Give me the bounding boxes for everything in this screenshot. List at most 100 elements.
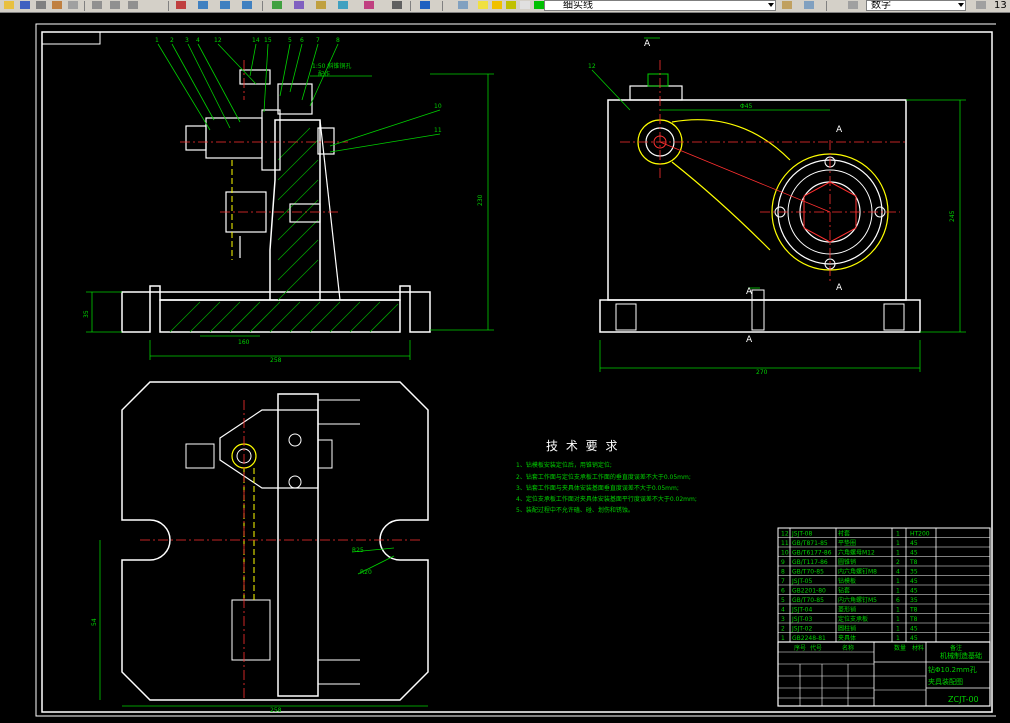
drawing-svg[interactable]: 1 2 3 4 12 14 15 5 6 7 8 10 11 1:50 斜锥铜孔…	[0, 13, 1010, 719]
dim-center-distance: Φ45	[740, 103, 753, 110]
bom-cell-code: JSJT-05	[791, 578, 812, 585]
section-a-right: A	[836, 125, 843, 135]
color-square-icon[interactable]	[518, 0, 532, 11]
tech-item-2: 2、钻套工作面与定位支承板工作面的垂直度误差不大于0.05mm;	[516, 473, 691, 481]
print-icon[interactable]	[34, 0, 48, 11]
balloon-15: 15	[264, 37, 272, 44]
toolbar: 细实线 数字 13	[0, 0, 1010, 13]
bom-cell-code: GB2248-81	[792, 635, 826, 642]
tech-item-3: 3、钻套工作面与夹具体安装基面垂直度误差不大于0.05mm;	[516, 484, 679, 492]
th-name: 名称	[842, 644, 854, 652]
note-fit: 配作	[318, 70, 330, 78]
dim-front-height: 230	[477, 194, 484, 206]
tech-item-4: 4、定位支承板工作面对夹具体安装基面平行度误差不大于0.02mm;	[516, 495, 697, 503]
dim-side-width: 270	[756, 369, 768, 376]
th-material: 材料	[912, 644, 924, 652]
tech-requirements: 技 术 要 求 1、钻模板安装定位后，用锥销定位; 2、钻套工作面与定位支承板工…	[516, 439, 697, 514]
side-view: A A A A A 12 270 245 Φ45	[588, 37, 966, 376]
bom-cell-no: 10	[781, 550, 789, 557]
balloon-14: 14	[252, 37, 260, 44]
bom-cell-qty: 4	[896, 569, 900, 576]
th-code: 代号	[810, 644, 822, 652]
bom-cell-name: 圆锥销	[838, 558, 856, 566]
bom-cell-qty: 1	[896, 635, 900, 642]
open-icon[interactable]	[2, 0, 16, 11]
bom-cell-mat: T8	[909, 559, 918, 566]
bom-cell-name: 定位支承板	[838, 615, 868, 623]
save-icon[interactable]	[18, 0, 32, 11]
balloon-2: 2	[170, 37, 174, 44]
section-a-bottom: A	[836, 283, 843, 293]
tech-item-5: 5、装配过程中不允许磕、碰、划伤和锈蚀。	[516, 506, 634, 514]
bom-cell-code: JSJT-02	[791, 626, 812, 633]
redo-icon[interactable]	[108, 0, 122, 11]
linetype-value: 细实线	[563, 0, 593, 11]
balloon-8: 8	[336, 37, 340, 44]
bom-cell-code: JSJT-08	[791, 531, 812, 538]
vertical-scrollbar[interactable]	[996, 13, 1010, 719]
bom-cell-qty: 1	[896, 607, 900, 614]
design-center-icon[interactable]	[292, 0, 306, 11]
bom-cell-code: GB2201-80	[792, 588, 826, 595]
bom-cell-mat: 35	[910, 569, 918, 576]
tech-title: 技 术 要 求	[546, 439, 619, 453]
help-icon[interactable]	[418, 0, 432, 11]
corner-box	[41, 31, 101, 45]
balloon-3: 3	[185, 37, 189, 44]
layers-icon[interactable]	[456, 0, 470, 11]
bom-cell-name: 平垫圈	[838, 539, 856, 547]
text-style-select[interactable]: 数字	[866, 0, 966, 11]
pan-icon[interactable]	[174, 0, 188, 11]
dim-side-height: 245	[949, 210, 956, 222]
layer-states-icon[interactable]	[780, 0, 794, 11]
calculator-icon[interactable]	[390, 0, 404, 11]
layer-previous-icon[interactable]	[802, 0, 816, 11]
chevron-down-icon	[958, 3, 964, 7]
balloon-side-12: 12	[588, 63, 596, 70]
undo-icon[interactable]	[90, 0, 104, 11]
sheet-set-icon[interactable]	[336, 0, 350, 11]
text-style-icon[interactable]	[846, 0, 860, 11]
th-remark: 备注	[950, 644, 962, 652]
bom-cell-name: 圆柱销	[838, 625, 856, 633]
markup-icon[interactable]	[362, 0, 376, 11]
pencil-icon[interactable]	[50, 0, 64, 11]
bom-cell-mat: HT200	[910, 531, 930, 538]
bom-cell-mat: T8	[909, 607, 918, 614]
drawing-canvas[interactable]: 1 2 3 4 12 14 15 5 6 7 8 10 11 1:50 斜锥铜孔…	[0, 13, 1010, 719]
bom-cell-name: 内六角螺钉M5	[838, 596, 877, 604]
lock-icon[interactable]	[504, 0, 518, 11]
bulb-icon[interactable]	[476, 0, 490, 11]
front-view: 1 2 3 4 12 14 15 5 6 7 8 10 11 1:50 斜锥铜孔…	[83, 37, 494, 364]
bom-cell-qty: 1	[896, 540, 900, 547]
sun-icon[interactable]	[490, 0, 504, 11]
section-a-mark: A	[746, 287, 753, 297]
bom-cell-mat: 45	[910, 626, 918, 633]
tool-palette-icon[interactable]	[314, 0, 328, 11]
bom-cell-no: 2	[781, 626, 785, 633]
bom-cell-qty: 1	[896, 531, 900, 538]
bom-cell-qty: 1	[896, 578, 900, 585]
zoom-window-icon[interactable]	[218, 0, 232, 11]
linetype-select[interactable]: 细实线	[544, 0, 776, 11]
zoom-previous-icon[interactable]	[240, 0, 254, 11]
bom-cell-name: 钻模板	[838, 577, 856, 585]
redo-list-icon[interactable]	[126, 0, 140, 11]
dim-plan-offset: 54	[91, 618, 98, 626]
dim-plan-width: 258	[270, 707, 282, 714]
bom-cell-qty: 1	[896, 626, 900, 633]
balloon-10: 10	[434, 103, 442, 110]
dim-style-icon[interactable]	[974, 0, 988, 11]
bom-cell-mat: 45	[910, 550, 918, 557]
bom-cell-code: GB/T70-85	[792, 569, 824, 576]
zoom-realtime-icon[interactable]	[196, 0, 210, 11]
tb-drawing-no: ZCJT-00	[948, 695, 979, 704]
bom-cell-name: 内六角螺钉M8	[838, 568, 877, 576]
bom-cell-qty: 6	[896, 597, 900, 604]
properties-icon[interactable]	[270, 0, 284, 11]
dropdown-arrow-icon[interactable]	[66, 0, 80, 11]
bom-cell-qty: 1	[896, 588, 900, 595]
bom-cell-code: GB/T117-86	[792, 559, 828, 566]
balloon-4: 4	[196, 37, 200, 44]
bom-cell-qty: 1	[896, 616, 900, 623]
